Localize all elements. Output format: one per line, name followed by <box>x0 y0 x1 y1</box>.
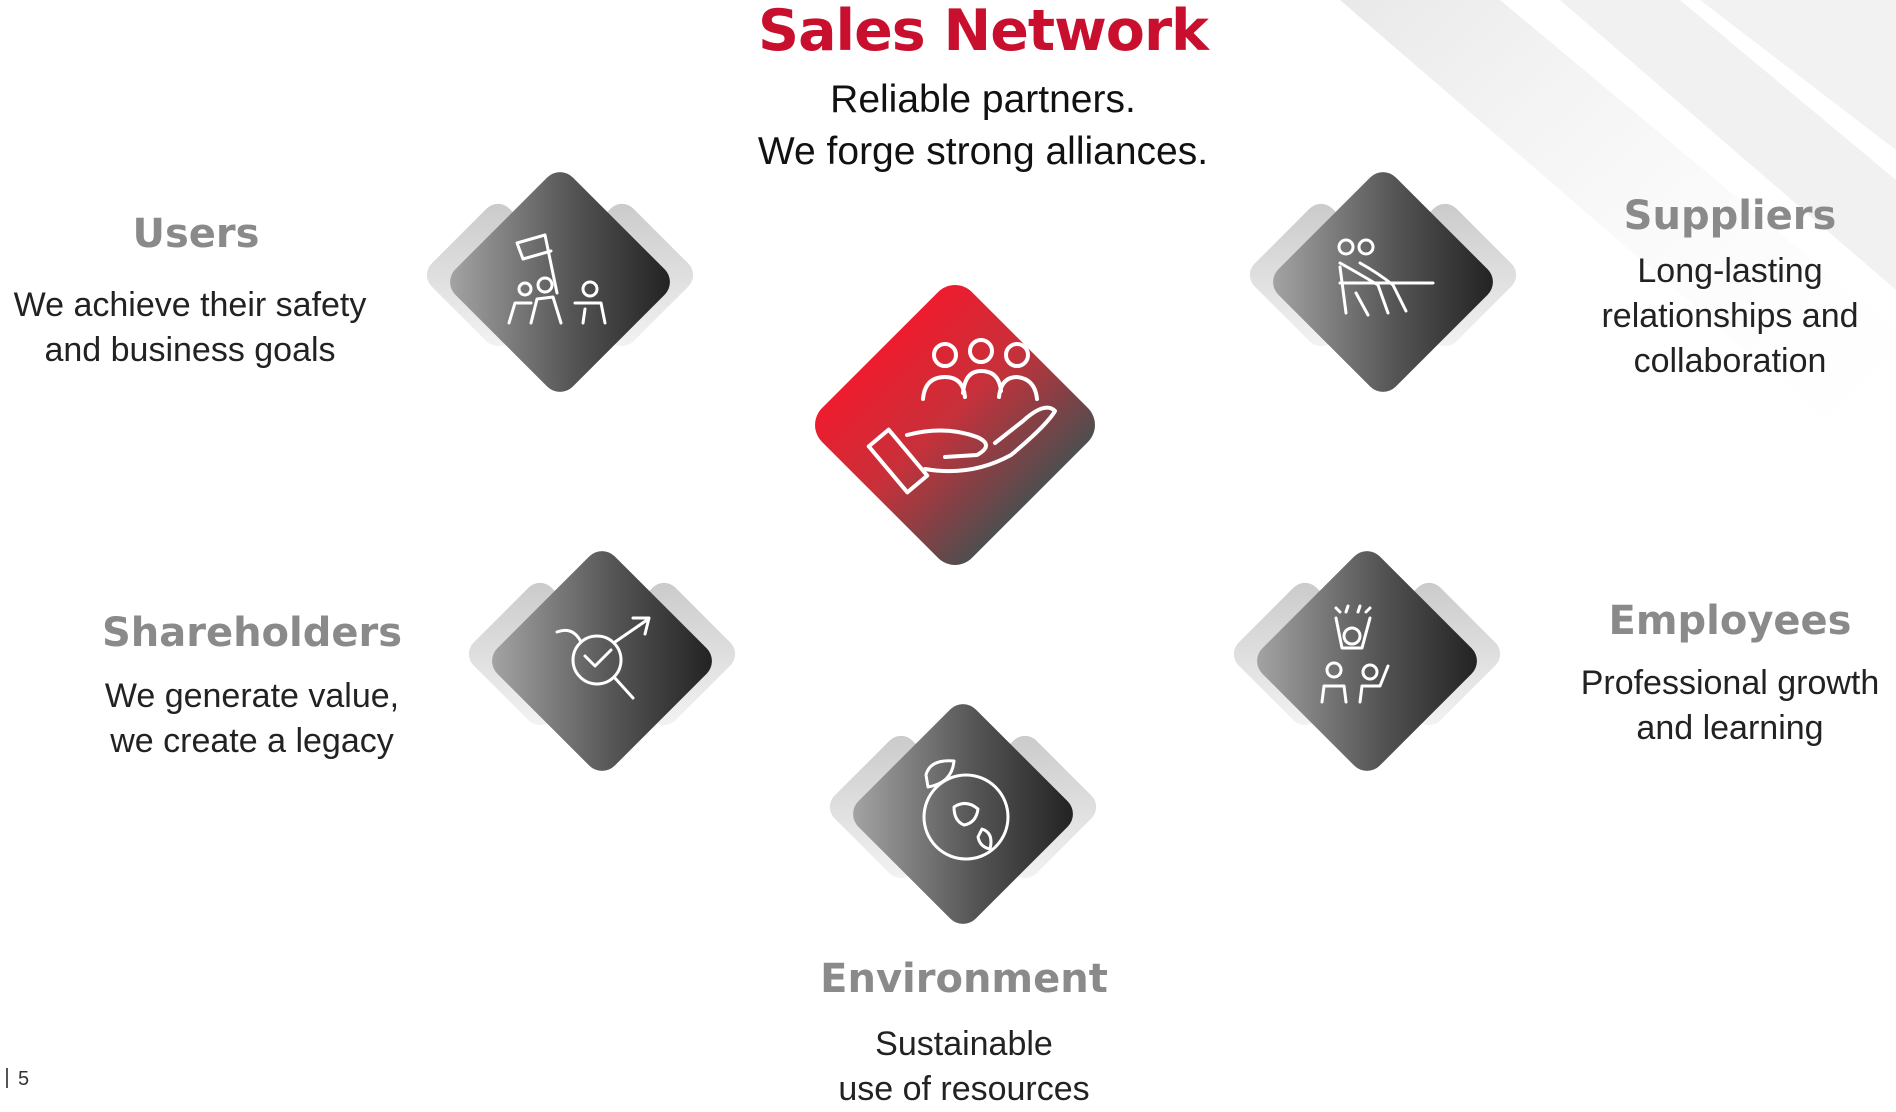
users-diamond <box>426 172 694 392</box>
shareholders-desc-line-1: We generate value, <box>104 677 400 715</box>
employees-diamond <box>1233 551 1501 771</box>
environment-title: Environment <box>820 956 1108 1002</box>
users-desc-line-2: and business goals <box>44 331 336 369</box>
subtitle-line-2: We forge strong alliances. <box>757 130 1209 173</box>
environment-desc-line-1: Sustainable <box>875 1025 1053 1063</box>
employees-desc-line-2: and learning <box>1636 709 1824 747</box>
employees-description: Professional growth and learning <box>1530 661 1896 751</box>
page-number-value: 5 <box>18 1068 30 1090</box>
shareholders-title: Shareholders <box>101 610 403 656</box>
environment-diamond <box>829 704 1097 924</box>
shareholders-description: We generate value, we create a legacy <box>60 674 444 764</box>
environment-description: Sustainable use of resources <box>764 1022 1164 1112</box>
shareholders-desc-line-2: we create a legacy <box>110 722 394 760</box>
users-desc-line-1: We achieve their safety <box>13 286 367 324</box>
page-number-divider <box>6 1068 8 1088</box>
users-description: We achieve their safety and business goa… <box>0 283 380 373</box>
suppliers-title: Suppliers <box>1623 193 1837 239</box>
suppliers-desc-line-3: collaboration <box>1633 342 1827 380</box>
employees-desc-line-1: Professional growth <box>1580 664 1880 702</box>
suppliers-description: Long-lasting relationships and collabora… <box>1530 249 1896 384</box>
page-number: 5 <box>6 1068 29 1091</box>
employees-title: Employees <box>1608 598 1852 644</box>
page-title: Sales Network <box>758 0 1209 64</box>
center-diamond <box>815 285 1095 565</box>
suppliers-desc-line-1: Long-lasting <box>1637 252 1823 290</box>
suppliers-diamond <box>1249 172 1517 392</box>
suppliers-desc-line-2: relationships and <box>1601 297 1859 335</box>
environment-desc-line-2: use of resources <box>838 1070 1090 1108</box>
users-title: Users <box>132 211 260 257</box>
shareholders-diamond <box>468 551 736 771</box>
subtitle-line-1: Reliable partners. <box>830 78 1136 121</box>
